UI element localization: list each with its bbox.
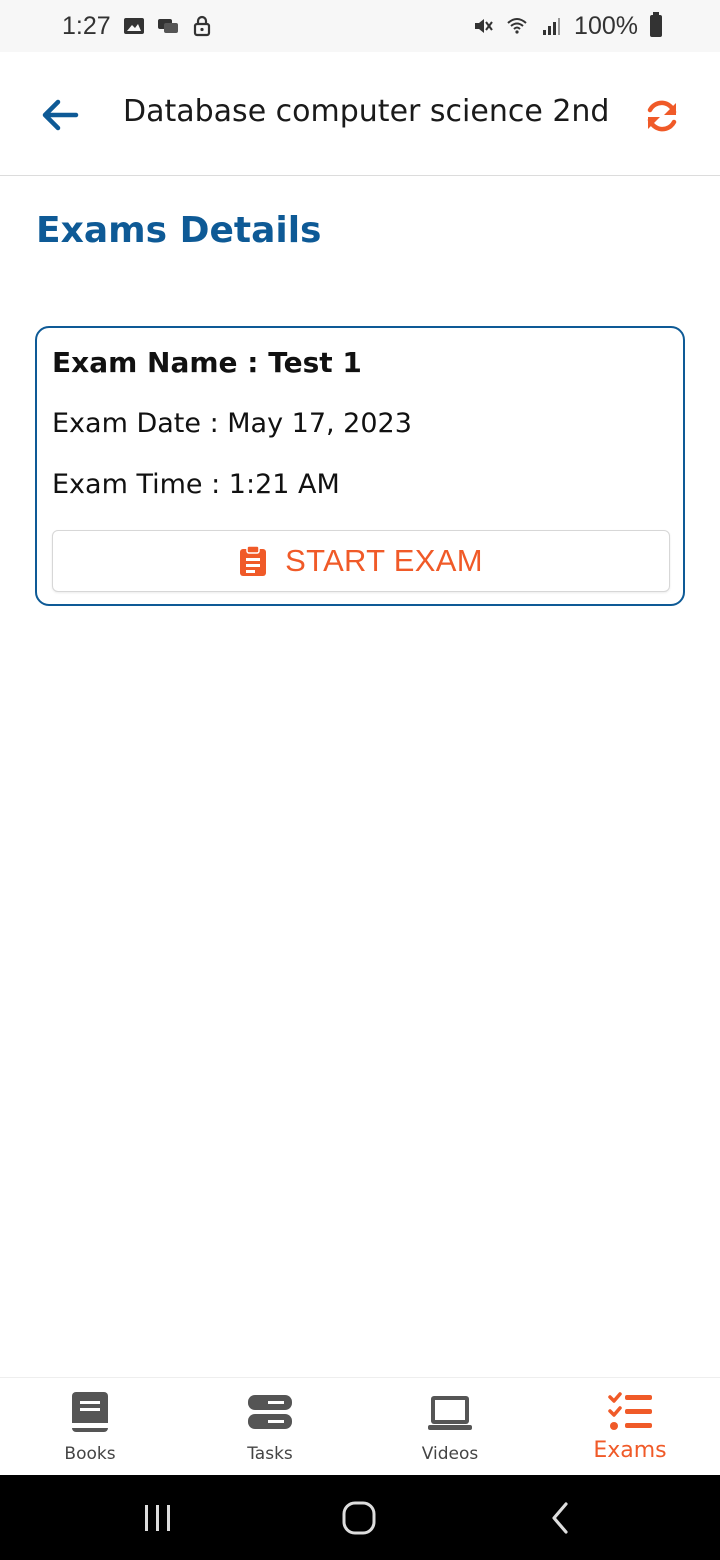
- refresh-icon[interactable]: [642, 96, 682, 136]
- lock-icon: [193, 15, 210, 37]
- clipboard-icon: [240, 545, 267, 576]
- exam-time: Exam Time : 1:21 AM: [52, 469, 340, 500]
- exam-date: Exam Date : May 17, 2023: [52, 408, 412, 439]
- home-icon[interactable]: [334, 1493, 384, 1543]
- recent-apps-icon[interactable]: [133, 1493, 183, 1543]
- page-title: Exams Details: [36, 210, 322, 251]
- battery-icon: [650, 12, 662, 37]
- gallery-icon: [123, 18, 144, 34]
- wifi-icon: [507, 18, 527, 34]
- status-right: 100%: [472, 12, 662, 41]
- system-nav-bar: [0, 1475, 720, 1560]
- nav-label-books: Books: [64, 1444, 116, 1464]
- cards-icon: [157, 19, 178, 33]
- status-bar: 1:27 100%: [0, 0, 720, 52]
- exam-card: Exam Name : Test 1 Exam Date : May 17, 2…: [35, 326, 685, 606]
- start-exam-label: START EXAM: [285, 543, 483, 578]
- nav-item-tasks[interactable]: Tasks: [180, 1378, 360, 1475]
- book-icon: [72, 1392, 108, 1432]
- nav-item-exams[interactable]: Exams: [540, 1378, 720, 1475]
- back-nav-icon[interactable]: [536, 1493, 586, 1543]
- nav-item-books[interactable]: Books: [0, 1378, 180, 1475]
- start-exam-button[interactable]: START EXAM: [52, 530, 670, 592]
- battery-percent: 100%: [574, 11, 638, 40]
- app-bar: Database computer science 2nd: [0, 52, 720, 176]
- mute-icon: [475, 19, 493, 33]
- nav-label-exams: Exams: [593, 1438, 667, 1463]
- nav-item-videos[interactable]: Videos: [360, 1378, 540, 1475]
- laptop-icon: [428, 1396, 472, 1430]
- bottom-nav: Books Tasks Videos Exams: [0, 1377, 720, 1475]
- status-left: 1:27: [62, 12, 213, 41]
- status-time: 1:27: [62, 11, 111, 40]
- tasks-icon: [248, 1395, 292, 1429]
- nav-label-videos: Videos: [421, 1444, 479, 1464]
- exam-name: Exam Name : Test 1: [52, 346, 362, 379]
- app-title: Database computer science 2nd: [123, 94, 610, 129]
- checklist-icon: [608, 1392, 652, 1430]
- signal-icon: [543, 18, 561, 35]
- back-arrow-icon[interactable]: [38, 92, 84, 138]
- nav-label-tasks: Tasks: [247, 1444, 293, 1464]
